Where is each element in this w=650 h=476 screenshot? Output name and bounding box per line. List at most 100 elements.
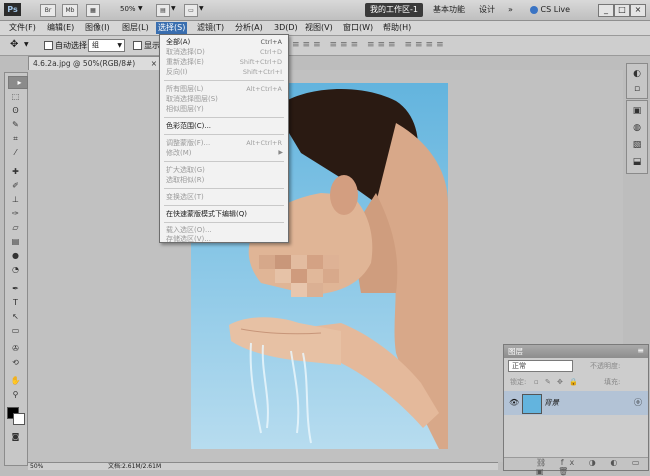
zoom-tool-icon[interactable]: ⚲ — [8, 389, 23, 400]
fill-label: 填充: — [604, 378, 621, 386]
workspace-design-button[interactable]: 设计 — [474, 3, 500, 17]
arrange-dropdown-icon[interactable]: ▼ — [171, 5, 176, 12]
restore-button[interactable]: □ — [614, 4, 630, 17]
menu-item-transform-selection[interactable]: 变换选区(T) — [166, 192, 204, 202]
blur-tool-icon[interactable]: ● — [8, 250, 23, 261]
mini-bridge-button[interactable]: Mb — [62, 4, 78, 17]
menu-select[interactable]: 选择(S) — [156, 22, 188, 34]
align-distribute-icons[interactable]: ≡≡≡ ≡≡≡ ≡≡≡ ≡≡≡≡ — [292, 40, 447, 50]
document-tab-title: 4.6.2a.jpg @ 50%(RGB/8#) — [33, 59, 136, 68]
menu-layer[interactable]: 图层(L) — [120, 22, 151, 34]
layer-row-background[interactable]: 👁 背景 ⓞ — [504, 391, 648, 415]
workspace-my-workspace-button[interactable]: 我的工作区-1 — [365, 3, 423, 17]
zoom-dropdown-icon[interactable]: ▼ — [138, 5, 143, 12]
menu-item-deselect-layers[interactable]: 取消选择图层(S) — [166, 94, 218, 104]
eraser-tool-icon[interactable]: ▱ — [8, 222, 23, 233]
clone-stamp-tool-icon[interactable]: ⊥ — [8, 194, 23, 205]
styles-icon[interactable]: ▧ — [630, 138, 644, 152]
adjustments-icon[interactable]: ▣ — [630, 104, 644, 118]
menu-3d[interactable]: 3D(D) — [272, 22, 300, 34]
layers-tab[interactable]: 图层 — [508, 346, 523, 358]
photoshop-logo: Ps — [4, 3, 21, 16]
application-bar: Ps Br Mb ▦ 50% ▼ ▤ ▼ ▭ ▼ 我的工作区-1 基本功能 设计… — [0, 0, 650, 21]
menu-item-grow[interactable]: 扩大选取(G) — [166, 165, 205, 175]
view-extras-icon[interactable]: ▦ — [86, 4, 100, 17]
panel-menu-icon[interactable]: ≡ — [637, 346, 644, 355]
menu-item-reselect[interactable]: 重新选择(E) — [166, 57, 204, 67]
move-tool-preset-icon[interactable]: ✥ — [10, 39, 18, 50]
menu-analysis[interactable]: 分析(A) — [233, 22, 265, 34]
screen-mode-dropdown-icon[interactable]: ▼ — [199, 5, 204, 12]
menu-item-all-layers[interactable]: 所有图层(L) — [166, 84, 203, 94]
menu-filter[interactable]: 滤镜(T) — [195, 22, 226, 34]
3d-rotate-tool-icon[interactable]: ✇ — [8, 343, 23, 354]
3d-orbit-tool-icon[interactable]: ⟲ — [8, 357, 23, 368]
cs-live-button[interactable]: CS Live — [530, 3, 570, 17]
masks-icon[interactable]: ◍ — [630, 121, 644, 135]
menu-item-all[interactable]: 全部(A) — [166, 37, 190, 47]
layer-thumbnail — [522, 394, 542, 414]
options-bar: ✥ ▼ 自动选择: 组 ▼ 显示 ≡≡≡ ≡≡≡ ≡≡≡ ≡≡≡≡ — [0, 36, 650, 56]
quick-selection-tool-icon[interactable]: ✎ — [8, 119, 23, 130]
quick-mask-icon[interactable]: ◙ — [8, 431, 23, 442]
brush-tool-icon[interactable]: ✐ — [8, 180, 23, 191]
blend-mode-select[interactable]: 正常 — [508, 360, 573, 372]
marquee-tool-icon[interactable]: ⬚ — [8, 91, 23, 102]
dodge-tool-icon[interactable]: ◔ — [8, 264, 23, 275]
more-workspaces-button[interactable]: » — [503, 3, 518, 17]
workspace-essentials-button[interactable]: 基本功能 — [428, 3, 470, 17]
swatches-icon[interactable]: ⬓ — [630, 155, 644, 169]
menu-item-modify[interactable]: 修改(M) — [166, 148, 192, 158]
gradient-tool-icon[interactable]: ▤ — [8, 236, 23, 247]
history-brush-tool-icon[interactable]: ✑ — [8, 208, 23, 219]
document-tab[interactable]: 4.6.2a.jpg @ 50%(RGB/8#) × — [28, 56, 162, 70]
arrange-documents-icon[interactable]: ▤ — [156, 4, 170, 17]
layer-name[interactable]: 背景 — [544, 397, 559, 408]
crop-tool-icon[interactable]: ⌗ — [8, 133, 23, 144]
show-transform-controls-checkbox[interactable] — [133, 41, 142, 50]
menu-item-save-selection[interactable]: 存储选区(V)... — [166, 234, 211, 244]
menu-item-deselect[interactable]: 取消选择(D) — [166, 47, 205, 57]
bridge-button[interactable]: Br — [40, 4, 56, 17]
auto-select-checkbox[interactable] — [44, 41, 53, 50]
menu-image[interactable]: 图像(I) — [83, 22, 112, 34]
lasso-tool-icon[interactable]: ʘ — [8, 105, 23, 116]
background-color-swatch[interactable] — [13, 413, 25, 425]
menu-item-inverse[interactable]: 反向(I) — [166, 67, 188, 77]
type-tool-icon[interactable]: T — [8, 297, 23, 308]
menu-file[interactable]: 文件(F) — [7, 22, 38, 34]
auto-select-target-select[interactable]: 组 ▼ — [88, 39, 125, 52]
minimize-button[interactable]: _ — [598, 4, 614, 17]
close-button[interactable]: × — [630, 4, 646, 17]
document-tab-close-icon[interactable]: × — [151, 57, 157, 70]
zoom-level[interactable]: 50% — [120, 5, 136, 13]
eyedropper-tool-icon[interactable]: ⁄ — [8, 147, 23, 158]
menu-item-color-range[interactable]: 色彩范围(C)... — [166, 121, 211, 131]
pen-tool-icon[interactable]: ✒ — [8, 283, 23, 294]
menu-window[interactable]: 窗口(W) — [341, 22, 375, 34]
menu-help[interactable]: 帮助(H) — [381, 22, 413, 34]
menu-item-quick-mask[interactable]: 在快速蒙版模式下编辑(Q) — [166, 209, 247, 219]
menu-separator — [164, 80, 284, 81]
lock-icons[interactable]: ▫ ✎ ✥ 🔒 — [534, 375, 580, 389]
tools-panel: ▸ ⬚ ʘ ✎ ⌗ ⁄ ✚ ✐ ⊥ ✑ ▱ ▤ ● ◔ ✒ T ↖ ▭ ✇ ⟲ … — [4, 72, 28, 466]
move-tool-icon[interactable]: ▸ — [8, 76, 28, 89]
layers-panel-footer-icons[interactable]: ⛓ fx ◑ ◐ ▭ ▣ 🗑 — [504, 457, 648, 476]
screen-mode-icon[interactable]: ▭ — [184, 4, 198, 17]
info-icon[interactable]: ▫ — [630, 82, 644, 96]
shape-tool-icon[interactable]: ▭ — [8, 325, 23, 336]
menu-item-similar[interactable]: 选取相似(R) — [166, 175, 204, 185]
healing-brush-tool-icon[interactable]: ✚ — [8, 166, 23, 177]
preset-dropdown-icon[interactable]: ▼ — [24, 41, 29, 48]
layer-visibility-eye-icon[interactable]: 👁 — [509, 398, 519, 407]
hand-tool-icon[interactable]: ✋ — [8, 375, 23, 386]
menu-item-refine-mask[interactable]: 调整蒙版(F)... — [166, 138, 210, 148]
lock-row: 锁定: ▫ ✎ ✥ 🔒 填充: — [504, 375, 648, 389]
menu-edit[interactable]: 编辑(E) — [45, 22, 76, 34]
auto-select-target-value: 组 — [92, 41, 99, 49]
path-selection-tool-icon[interactable]: ↖ — [8, 311, 23, 322]
menu-view[interactable]: 视图(V) — [303, 22, 335, 34]
menu-item-similar-layers[interactable]: 相似图层(Y) — [166, 104, 204, 114]
shortcut-all: Ctrl+A — [260, 38, 282, 46]
navigator-icon[interactable]: ◐ — [630, 67, 644, 81]
